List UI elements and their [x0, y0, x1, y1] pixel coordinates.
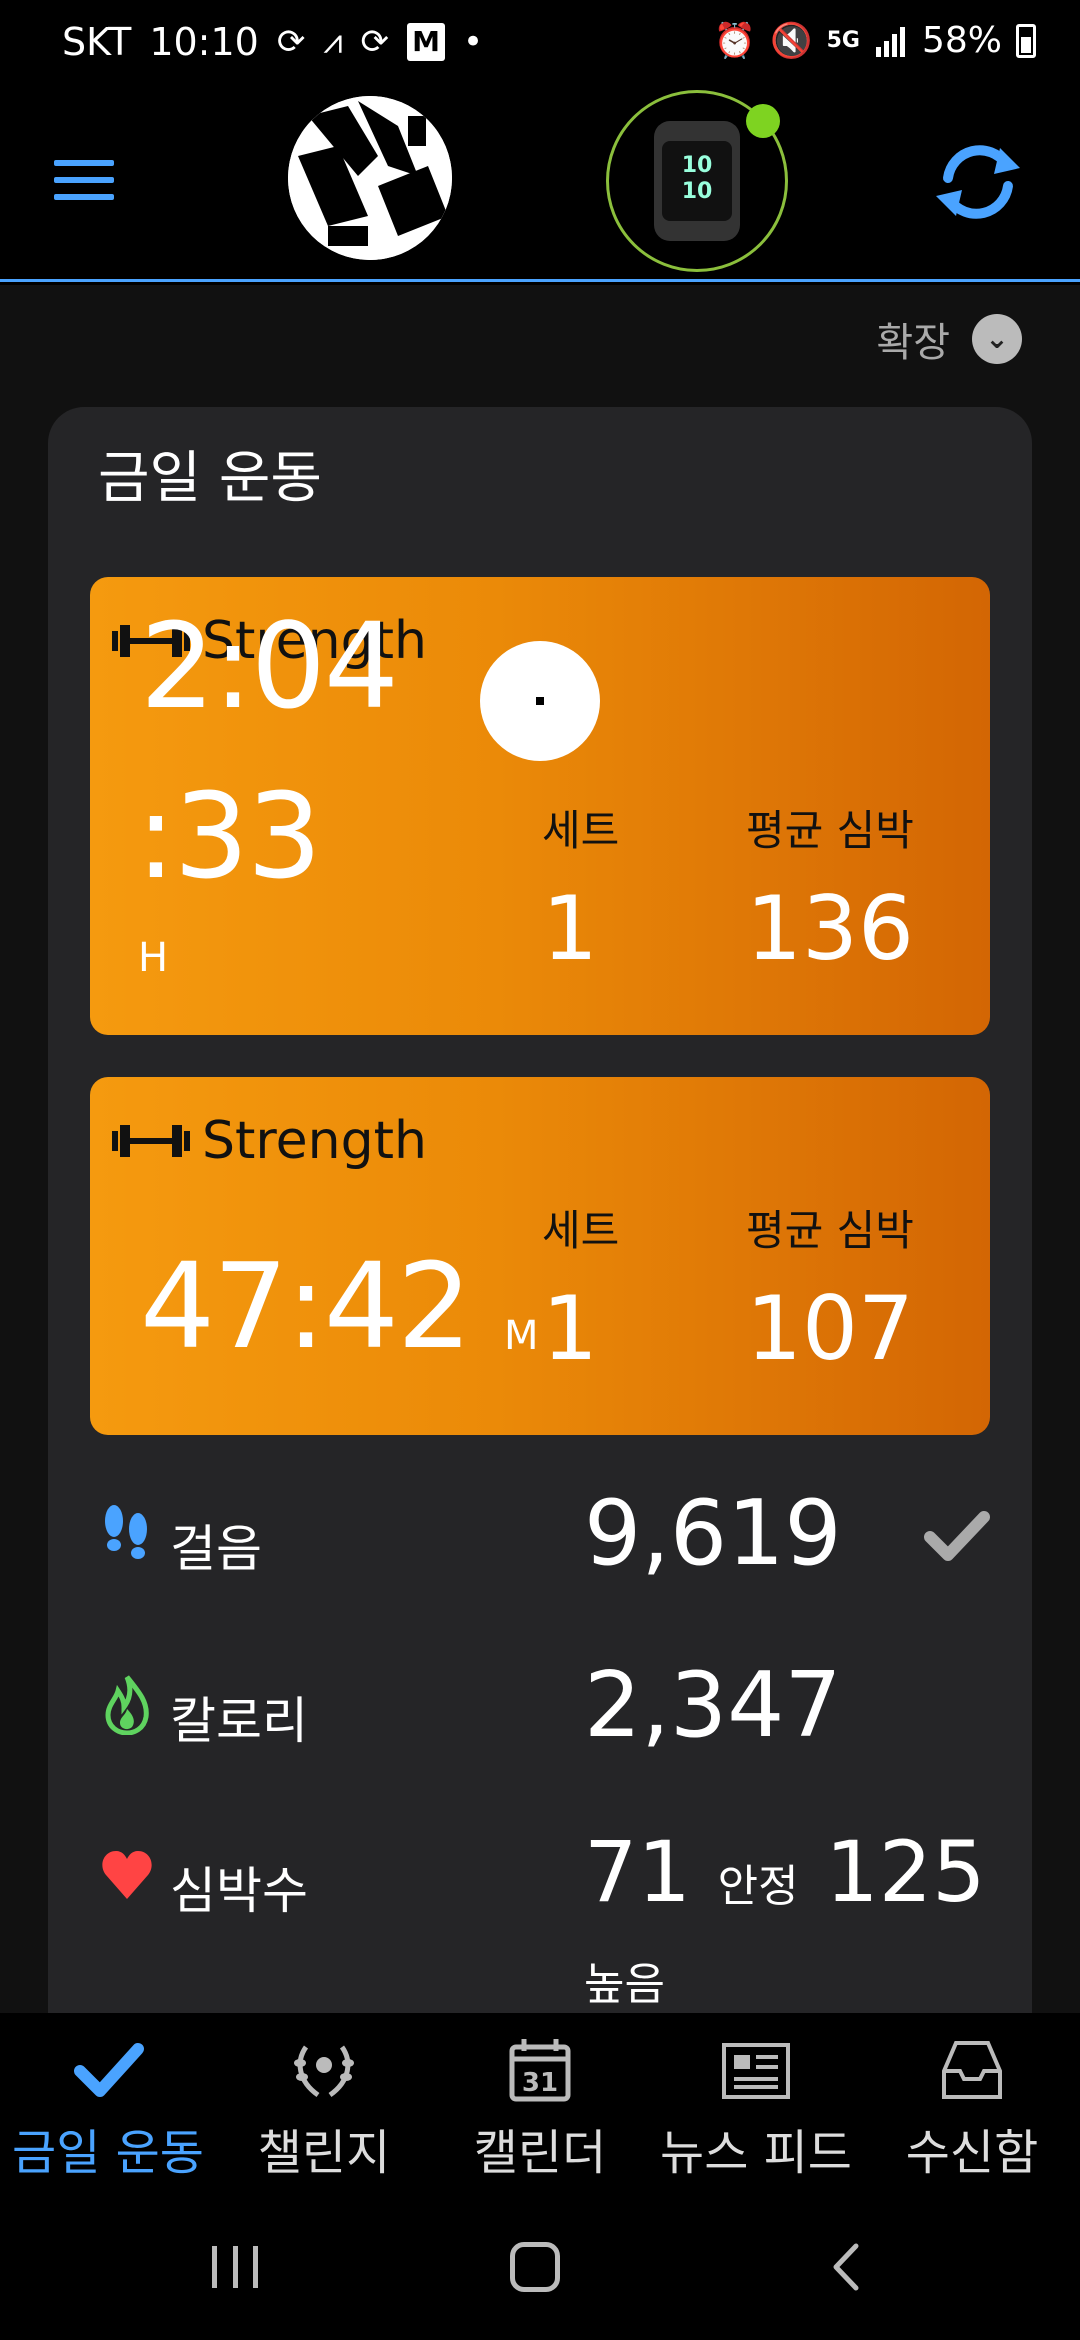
- activity-header: Strength: [112, 1111, 427, 1171]
- sets-value: 1: [542, 1277, 598, 1380]
- steps-row[interactable]: 걸음 9,619: [90, 1467, 990, 1607]
- status-left: SKT 10:10 ⟳ ⩘ ⟳ M •: [62, 20, 483, 64]
- calories-label: 칼로리: [170, 1692, 308, 1750]
- sync-status-icon-2: ⟳: [360, 22, 390, 62]
- heart-rate-values: 71 안정 125 높음: [584, 1823, 990, 2013]
- nav-label: 뉴스 피드: [660, 2125, 852, 2181]
- status-bar: SKT 10:10 ⟳ ⩘ ⟳ M • ⏰ 🔇 5G 58%: [0, 0, 1080, 90]
- nav-news-feed[interactable]: 뉴스 피드: [648, 2013, 864, 2188]
- profile-avatar[interactable]: [288, 96, 452, 260]
- back-icon[interactable]: [822, 2242, 872, 2292]
- avg-hr-value: 136: [746, 877, 914, 980]
- heart-rate-label: 심박수: [170, 1862, 308, 1920]
- calories-value: 2,347: [584, 1653, 842, 1758]
- nav-label: 캘린더: [473, 2125, 607, 2181]
- network-type-label: 5G: [826, 28, 860, 53]
- more-notifications-icon: •: [463, 22, 484, 62]
- nav-today-activity[interactable]: 금일 운동: [0, 2013, 216, 2188]
- nav-label: 수신함: [905, 2125, 1039, 2181]
- laurel-icon: [294, 2045, 354, 2098]
- flame-icon: [105, 1675, 149, 1735]
- panel-title: 금일 운동: [98, 446, 322, 511]
- floating-handle[interactable]: [480, 641, 600, 761]
- recent-apps-icon[interactable]: [212, 2246, 258, 2288]
- system-navigation-bar: [0, 2188, 1080, 2340]
- gmail-icon: M: [407, 23, 446, 61]
- nav-label: 금일 운동: [12, 2125, 204, 2181]
- check-icon: [74, 2043, 144, 2097]
- nav-label: 챌린지: [257, 2125, 391, 2181]
- watch-face-minute: 10: [681, 179, 713, 204]
- avg-hr-label: 평균 심박: [746, 1206, 914, 1255]
- high-hr-value: 125: [825, 1823, 986, 1921]
- steps-label: 걸음: [170, 1520, 262, 1578]
- heart-icon: [102, 1851, 152, 1899]
- sync-status-icon: ⟳: [276, 22, 306, 62]
- calendar-icon: 31: [509, 2039, 571, 2102]
- watch-face-hour: 10: [681, 153, 713, 178]
- chevron-down-icon: ⌄: [972, 314, 1022, 364]
- bottom-navigation: 금일 운동 챌린지 31 캘린더 뉴스 피드 수신함: [0, 2013, 1080, 2188]
- home-icon[interactable]: [510, 2242, 560, 2292]
- signal-icon: [875, 26, 905, 57]
- top-app-bar: 10 10: [0, 90, 1080, 282]
- watch-face: 10 10: [662, 141, 732, 221]
- expand-label: 확장: [876, 320, 950, 366]
- sets-value: 1: [542, 877, 598, 980]
- calendar-day: 31: [522, 2068, 558, 2098]
- sets-label: 세트: [542, 1206, 620, 1255]
- carrier-label: SKT: [62, 20, 132, 64]
- steps-value: 9,619: [584, 1481, 842, 1586]
- heart-rate-row[interactable]: 심박수 71 안정 125 높음: [90, 1809, 990, 2010]
- hamburger-menu-icon[interactable]: [54, 160, 114, 204]
- sync-icon[interactable]: [930, 134, 1026, 230]
- dumbbell-icon: [112, 1125, 190, 1157]
- avatar-image: [288, 96, 452, 260]
- activity-card-2[interactable]: Strength 47:42 M 세트 1 평균 심박 107: [90, 1077, 990, 1435]
- nav-inbox[interactable]: 수신함: [864, 2013, 1080, 2188]
- clock: 10:10: [149, 20, 259, 64]
- avg-hr-label: 평균 심박: [746, 806, 914, 855]
- resting-hr-value: 71: [584, 1823, 691, 1921]
- status-right: ⏰ 🔇 5G 58%: [714, 20, 1036, 61]
- battery-icon: [1016, 23, 1036, 58]
- nav-challenges[interactable]: 챌린지: [216, 2013, 432, 2188]
- resting-hr-label: 안정: [717, 1861, 799, 1912]
- sets-label: 세트: [542, 806, 620, 855]
- activity-duration-unit: M: [504, 1313, 539, 1359]
- nav-calendar[interactable]: 31 캘린더: [432, 2013, 648, 2188]
- news-icon: [722, 2043, 790, 2099]
- high-hr-label: 높음: [584, 1959, 665, 2010]
- inbox-icon: [942, 2041, 1002, 2099]
- activity-duration-unit: H: [138, 935, 169, 981]
- activity-duration: 47:42: [140, 1237, 472, 1375]
- device-connected-dot: [746, 104, 780, 138]
- watch-icon: 10 10: [654, 121, 740, 241]
- footsteps-icon: [105, 1505, 147, 1559]
- activity-duration-line1: 2:04: [140, 597, 399, 735]
- avg-hr-value: 107: [746, 1277, 914, 1380]
- expand-toggle[interactable]: 확장 ⌄: [876, 310, 1022, 368]
- alarm-icon: ⏰: [713, 20, 757, 61]
- main-content[interactable]: 확장 ⌄ 금일 운동 Strength 2:04 :33 H 세트 1 평균 심…: [0, 285, 1080, 2013]
- activity-duration-line2: :33: [136, 767, 322, 905]
- activity-name: Strength: [202, 1111, 427, 1171]
- strava-icon: ⩘: [323, 22, 343, 62]
- goal-check-icon: [924, 1511, 990, 1561]
- mute-icon: 🔇: [770, 20, 813, 61]
- battery-percent: 58%: [921, 20, 1002, 61]
- calories-row[interactable]: 칼로리 2,347: [90, 1639, 990, 1779]
